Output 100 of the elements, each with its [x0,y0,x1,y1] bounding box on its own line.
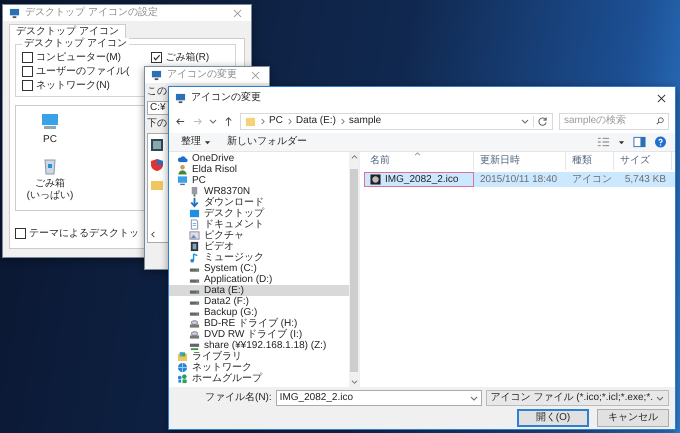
checkbox-label: ごみ箱(R) [165,52,210,64]
tab[interactable]: デスクトップ アイコン [9,24,126,39]
tree-item[interactable]: ホームグループ [169,373,349,384]
table-cell-text: 2015/10/11 18:40 [479,172,558,186]
folder-icon [245,116,256,126]
caret-icon [204,138,211,146]
preview-pane-icon[interactable] [633,136,646,148]
close-icon[interactable] [657,94,666,102]
picture-icon [189,230,200,241]
chevron-right-icon [286,118,292,124]
person-icon [177,164,188,175]
tree-item[interactable]: Backup (G:) [169,307,349,318]
music-note-icon [189,252,200,263]
open-button[interactable]: 開く(O) [517,409,589,427]
refresh-icon[interactable] [533,116,548,126]
monitor-icon [177,175,188,186]
download-arrow-icon [189,197,200,208]
chevron-down-icon [470,394,478,402]
new-folder-button[interactable]: 新しいフォルダー [223,136,311,148]
breadcrumb-item[interactable]: PC [269,115,283,127]
caret-icon[interactable] [618,138,625,146]
organize-button[interactable]: 整理 [177,136,215,148]
icon-label: PC [43,134,57,146]
tree-item[interactable]: Elda Risol [169,164,349,175]
disc-drive-icon [189,329,200,340]
tree-item[interactable]: ドキュメント [169,219,349,230]
address-bar[interactable]: PC Data (E:) sample [240,112,553,130]
group-label: デスクトップ アイコン [22,38,129,50]
disc-drive-icon [189,318,200,329]
tree-item[interactable]: System (C:) [169,263,349,274]
checkbox-label: テーマによるデスクトッ [29,228,139,240]
window-title: デスクトップ アイコンの設定 [25,7,159,19]
breadcrumb-item[interactable]: Data (E:) [296,115,336,127]
shield-icon[interactable] [150,158,164,172]
homegroup-icon [177,373,188,384]
network-computer-icon [189,186,200,197]
checkbox[interactable] [15,228,26,239]
tree-item[interactable]: PC [169,175,349,186]
table-cell-text: アイコン [571,172,613,186]
app-icon [9,8,20,18]
scroll-up-icon[interactable] [350,154,358,161]
image-thumbnail-icon [370,174,381,185]
tree-item[interactable]: Data2 (F:) [169,296,349,307]
tree-item[interactable]: BD-RE ドライブ (H:) [169,318,349,329]
column-header[interactable]: サイズ [614,152,672,170]
breadcrumb-item[interactable]: sample [348,115,382,127]
scroll-left-icon[interactable] [150,231,157,238]
chevron-down-icon[interactable] [209,117,217,125]
checkbox[interactable] [151,52,162,63]
sort-caret-icon [414,152,421,156]
window-title: アイコンの変更 [191,92,262,104]
cancel-button[interactable]: キャンセル [597,409,669,427]
back-arrow-icon[interactable] [175,116,186,126]
tree-item[interactable]: WR8370N [169,186,349,197]
tree-item[interactable]: ダウンロード [169,197,349,208]
scroll-down-icon[interactable] [350,378,358,385]
column-header[interactable]: 名前 [364,152,474,170]
column-header[interactable]: 更新日時 [474,152,566,170]
checkbox-label: ユーザーのファイル( [36,66,130,78]
instruction-text: 下の [147,118,167,130]
checkbox[interactable] [22,80,33,91]
checkbox-label: コンピューター(M) [36,52,121,64]
checkbox[interactable] [22,66,33,77]
network-icon [177,362,188,373]
tree-item[interactable]: Data (E:) [169,285,349,296]
chevron-down-icon[interactable] [521,117,529,125]
field-label: ファイル名(N): [205,392,272,404]
tree-item[interactable]: ピクチャ [169,230,349,241]
file-row[interactable]: IMG_2082_2.ico 2015/10/11 18:40 アイコン 5,743 KB [364,172,675,187]
tree-item[interactable]: ミュージック [169,252,349,263]
tree-item[interactable]: デスクトップ [169,208,349,219]
view-list-icon[interactable] [597,136,610,148]
app-icon [151,70,162,80]
filename-field[interactable]: IMG_2082_2.ico [276,390,482,406]
tree-item[interactable]: Application (D:) [169,274,349,285]
checkbox[interactable] [22,52,33,63]
monitor-icon[interactable] [40,112,60,132]
up-arrow-icon[interactable] [223,116,234,126]
help-icon[interactable] [654,136,667,148]
desktop-icon [189,208,200,219]
tree-item[interactable]: DVD RW ドライブ (I:) [169,329,349,340]
file-type-dropdown[interactable]: アイコン ファイル (*.ico;*.icl;*.exe;*. [486,390,669,406]
chevron-down-icon [656,394,664,402]
app-icon [175,92,186,104]
library-icon [177,351,188,362]
tree-item[interactable]: OneDrive [169,153,349,164]
scrollbar[interactable] [349,152,359,387]
tree-item[interactable]: share (¥¥192.168.1.18) (Z:) [169,340,349,351]
file-name-cell: IMG_2082_2.ico [364,172,474,187]
film-icon [189,241,200,252]
icon-label: ごみ箱 (いっぱい) [26,178,74,202]
search-icon [656,117,664,125]
column-header[interactable]: 種類 [566,152,614,170]
tree-item[interactable]: ビデオ [169,241,349,252]
scrollbar-thumb[interactable] [350,169,358,372]
tree-item[interactable]: ライブラリ [169,351,349,362]
chevron-right-icon [340,118,345,124]
window-title: アイコンの変更 [167,69,238,81]
tree-item[interactable]: ネットワーク [169,362,349,373]
image-thumbnail-icon[interactable] [150,138,164,152]
